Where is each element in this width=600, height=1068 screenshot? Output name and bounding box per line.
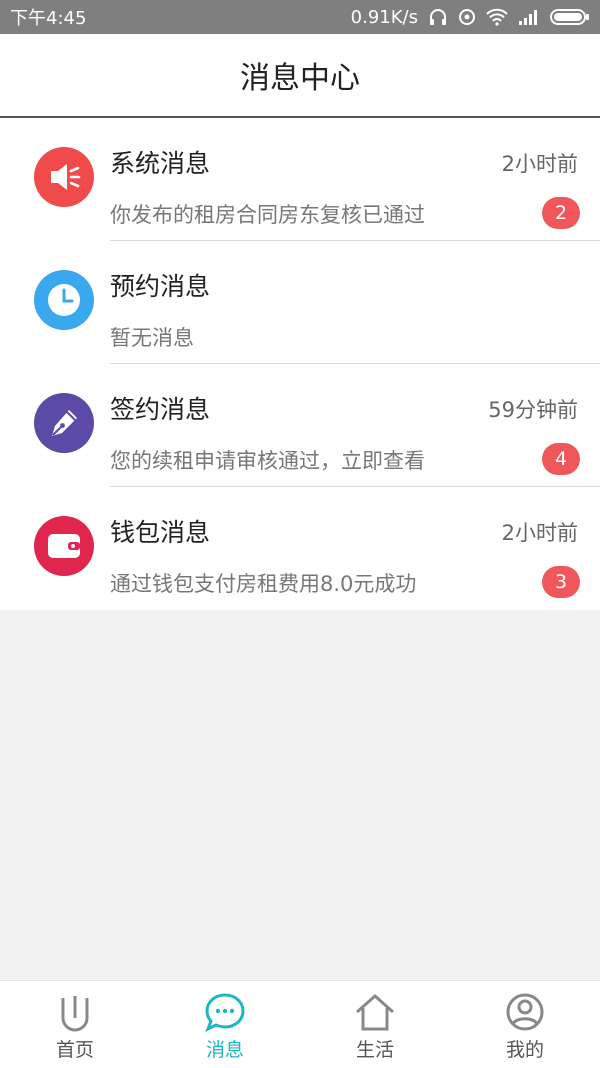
message-item-contract[interactable]: 签约消息 59分钟前 您的续租申请审核通过，立即查看 4 [0, 364, 600, 487]
sync-icon [458, 8, 476, 26]
message-preview: 你发布的租房合同房东复核已通过 [110, 203, 425, 227]
tab-home[interactable]: 首页 [0, 981, 150, 1068]
message-item-wallet[interactable]: 钱包消息 2小时前 通过钱包支付房租费用8.0元成功 3 [0, 487, 600, 610]
status-time: 下午4:45 [10, 8, 87, 29]
message-preview: 通过钱包支付房租费用8.0元成功 [110, 572, 417, 596]
message-title: 签约消息 [110, 395, 211, 424]
bottom-tab-bar: 首页 消息 生活 我的 [0, 980, 600, 1068]
tab-label: 我的 [505, 1039, 544, 1061]
message-title: 钱包消息 [110, 518, 211, 547]
house-icon [354, 991, 396, 1033]
message-time: 2小时前 [501, 152, 578, 176]
headset-icon [428, 8, 448, 26]
tab-label: 生活 [355, 1039, 394, 1061]
message-time: 2小时前 [501, 521, 578, 545]
message-item-appointment[interactable]: 预约消息 暂无消息 [0, 241, 600, 364]
unread-badge: 2 [542, 197, 580, 229]
user-icon [504, 991, 546, 1033]
message-preview: 暂无消息 [110, 326, 194, 350]
tab-life[interactable]: 生活 [300, 981, 450, 1068]
chat-bubble-icon [204, 991, 246, 1033]
network-speed: 0.91K/s [350, 6, 418, 28]
clock-icon [34, 270, 94, 330]
pen-icon [34, 393, 94, 453]
tab-messages[interactable]: 消息 [150, 981, 300, 1068]
message-title: 预约消息 [110, 272, 211, 301]
message-preview: 您的续租申请审核通过，立即查看 [110, 449, 425, 473]
status-bar: 下午4:45 0.91K/s [0, 0, 600, 34]
unread-badge: 3 [542, 566, 580, 598]
message-item-system[interactable]: 系统消息 2小时前 你发布的租房合同房东复核已通过 2 [0, 118, 600, 241]
tab-label: 首页 [55, 1039, 94, 1061]
message-list: 系统消息 2小时前 你发布的租房合同房东复核已通过 2 预约消息 暂无消息 签约… [0, 118, 600, 610]
page-header: 消息中心 [0, 34, 600, 118]
signal-icon [518, 9, 540, 25]
unread-badge: 4 [542, 443, 580, 475]
page-title: 消息中心 [240, 61, 360, 96]
battery-icon [550, 8, 590, 26]
tab-label: 消息 [205, 1039, 244, 1061]
wifi-icon [486, 8, 508, 26]
tab-profile[interactable]: 我的 [450, 981, 600, 1068]
speaker-icon [34, 147, 94, 207]
home-u-icon [57, 991, 93, 1033]
status-icons: 0.91K/s [351, 7, 590, 28]
message-time: 59分钟前 [488, 398, 578, 422]
message-title: 系统消息 [110, 149, 211, 178]
wallet-icon [34, 516, 94, 576]
